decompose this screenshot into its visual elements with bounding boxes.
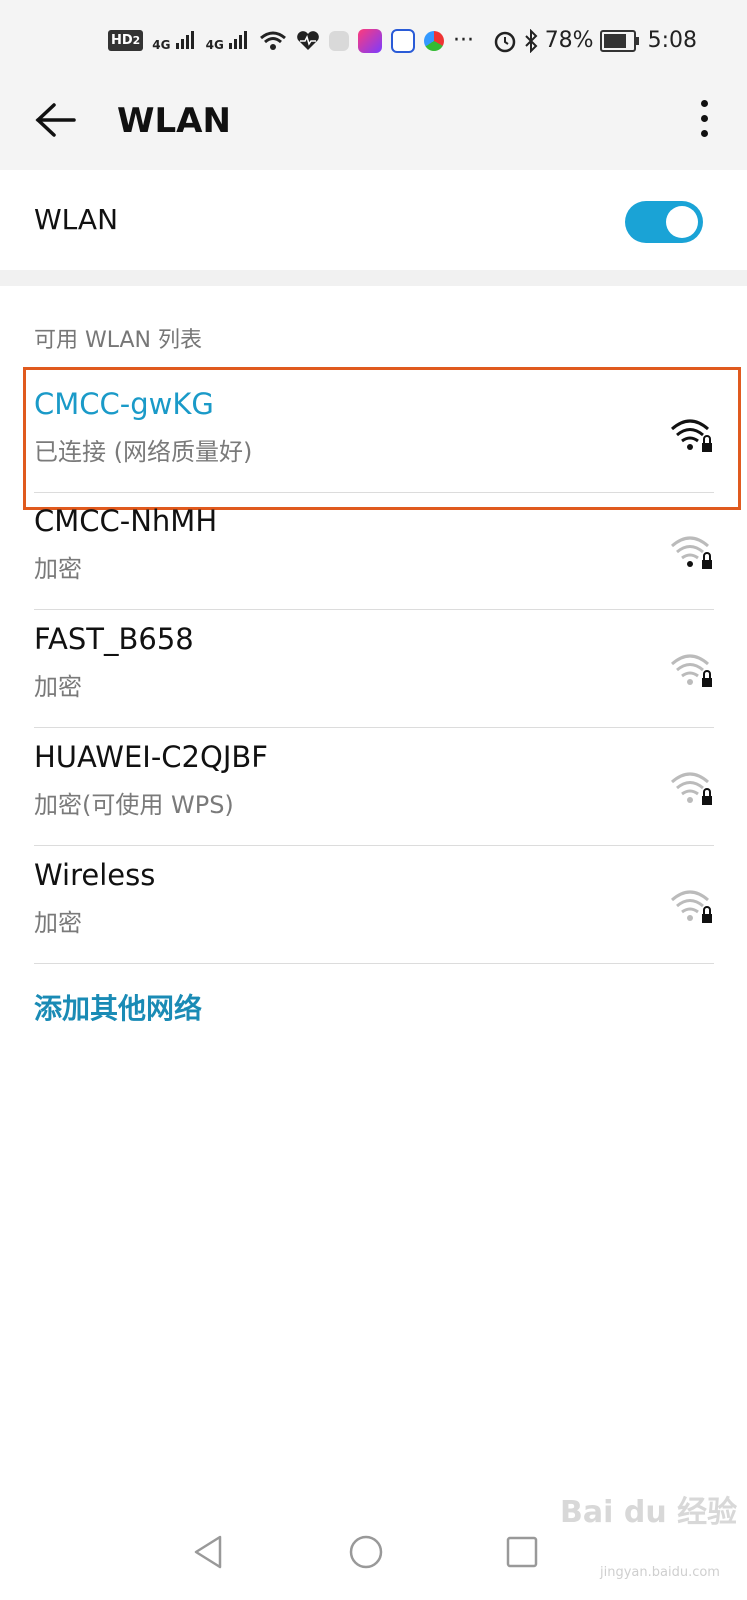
more-options-icon[interactable] [699,100,711,145]
app-icon [358,28,382,53]
battery-percent: 78% [544,28,594,53]
back-arrow-icon[interactable] [34,102,78,138]
alarm-icon [494,31,515,52]
network-status: 加密 [34,673,82,701]
wifi-lock-icon [671,772,712,805]
add-network-link[interactable]: 添加其他网络 [34,987,202,1027]
more-notifications-icon: ··· [453,28,474,53]
status-icons-left: HD2 4G 4G ··· [108,28,474,53]
network-ssid: HUAWEI-C2QJBF [34,740,268,774]
nav-back-icon[interactable] [192,1534,226,1570]
wifi-lock-icon [671,654,712,687]
browser-icon [424,30,444,51]
signal-icon: 4G [206,29,250,52]
network-status: 加密 [34,909,82,937]
bluetooth-icon [524,28,538,53]
status-icons-right: 78% 5:08 [493,28,697,53]
highlight-box [23,367,741,510]
health-icon [297,30,319,50]
hd-icon: HD2 [108,30,144,51]
network-ssid: FAST_B658 [34,622,194,656]
network-ssid: Wireless [34,858,156,892]
wlan-switch[interactable] [625,201,703,243]
nav-home-icon[interactable] [348,1534,384,1570]
puzzle-icon [329,30,349,51]
switch-knob [666,206,698,238]
wifi-lock-icon [671,536,712,569]
baidu-icon [391,28,415,53]
network-status: 加密(可使用 WPS) [34,791,234,819]
wifi-icon [260,31,286,50]
row-divider [34,963,714,964]
battery-fill [603,33,626,48]
network-item[interactable]: HUAWEI-C2QJBF 加密(可使用 WPS) [34,726,714,846]
status-bar: HD2 4G 4G ··· 78% 5:08 [0,0,747,86]
network-ssid: CMCC-NhMH [34,504,218,538]
signal-icon: 4G [152,29,196,52]
section-title: 可用 WLAN 列表 [34,328,203,353]
network-item[interactable]: CMCC-NhMH 加密 [34,490,714,610]
clock: 5:08 [647,28,697,53]
network-status: 加密 [34,555,82,583]
network-item[interactable]: FAST_B658 加密 [34,608,714,728]
app-bar [0,86,747,170]
wlan-toggle-label: WLAN [34,203,119,236]
battery-icon [599,29,639,52]
nav-recents-icon[interactable] [505,1534,539,1570]
page-title: WLAN [117,101,231,141]
section-divider [0,270,747,286]
watermark-url: jingyan.baidu.com [600,1565,720,1580]
network-item[interactable]: Wireless 加密 [34,844,714,964]
watermark: Bai du 经验 [560,1495,738,1530]
wifi-lock-icon [671,890,712,923]
